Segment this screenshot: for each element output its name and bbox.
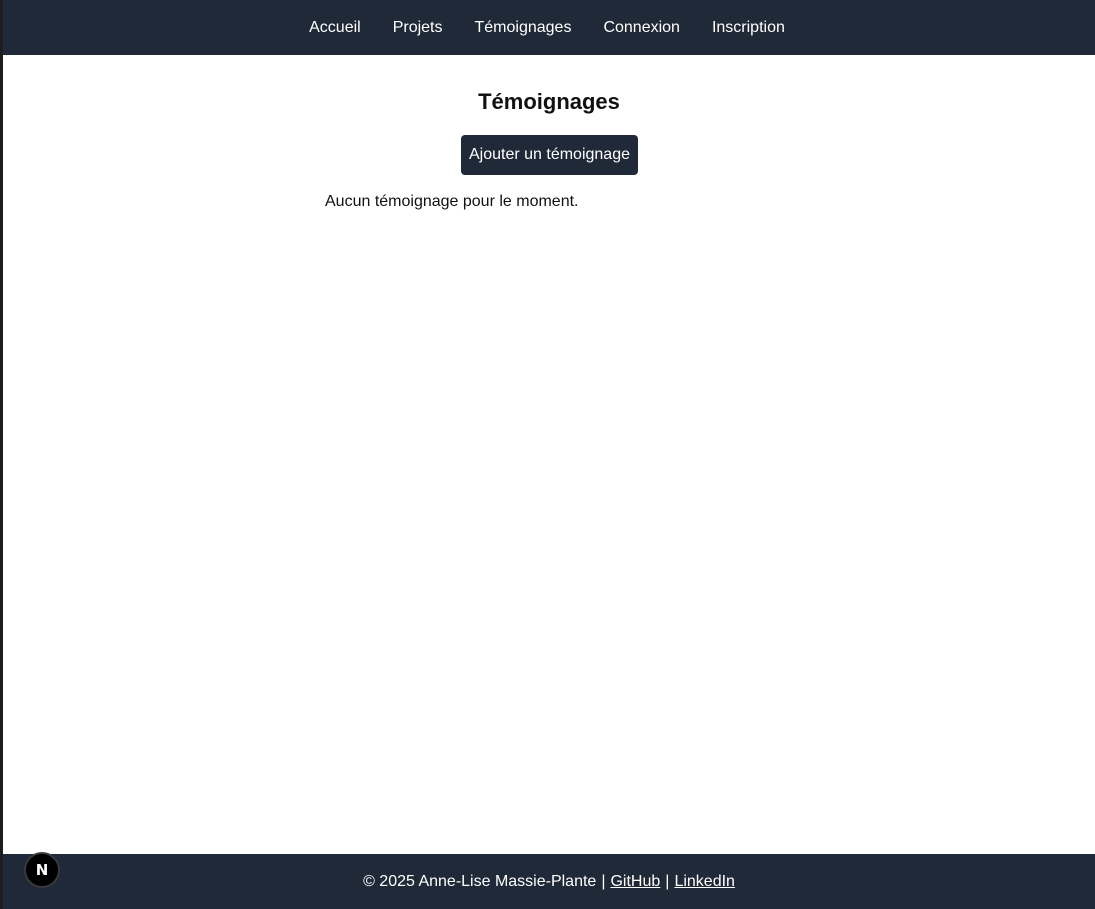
footer-separator: |: [665, 872, 670, 890]
empty-state-message: Aucun témoignage pour le moment.: [325, 193, 579, 210]
add-testimonial-button[interactable]: Ajouter un témoignage: [461, 135, 638, 175]
top-navigation: Accueil Projets Témoignages Connexion In…: [3, 0, 1095, 55]
footer-linkedin-link[interactable]: LinkedIn: [674, 873, 735, 891]
nav-link-projets[interactable]: Projets: [393, 19, 443, 37]
nav-link-inscription[interactable]: Inscription: [712, 19, 785, 37]
nextjs-devtools-icon[interactable]: N: [24, 852, 60, 888]
footer-github-link[interactable]: GitHub: [610, 873, 660, 891]
footer-copyright: © 2025 Anne-Lise Massie-Plante: [363, 872, 597, 890]
nav-link-connexion[interactable]: Connexion: [603, 19, 680, 37]
nav-link-accueil[interactable]: Accueil: [309, 19, 361, 37]
page-title: Témoignages: [478, 89, 620, 114]
footer: © 2025 Anne-Lise Massie-Plante | GitHub …: [3, 854, 1095, 909]
main-content: Témoignages Ajouter un témoignage Aucun …: [3, 55, 1095, 854]
nav-link-temoignages[interactable]: Témoignages: [475, 19, 572, 37]
footer-separator: |: [601, 872, 606, 890]
page: Accueil Projets Témoignages Connexion In…: [3, 0, 1095, 909]
